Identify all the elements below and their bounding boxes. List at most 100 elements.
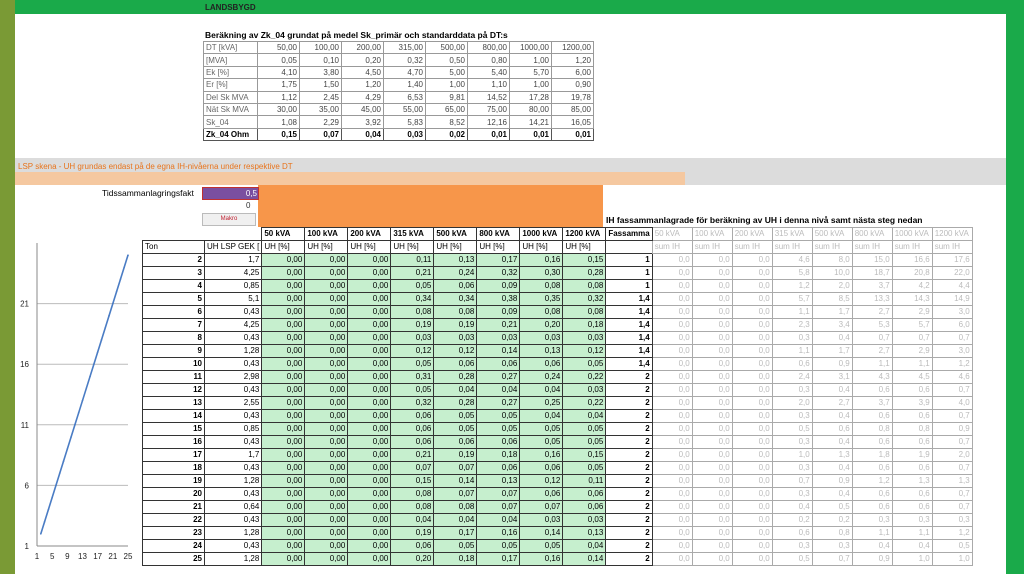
uh-cell[interactable]: 0,00 [261,513,306,527]
ih-cell[interactable]: 0,7 [931,435,973,449]
uh-cell[interactable]: 0,14 [562,552,607,566]
ton-header[interactable]: Ton [142,240,205,254]
uh-cell[interactable]: 0,04 [476,383,521,397]
fas-cell[interactable]: 1,4 [605,292,653,306]
uh-cell[interactable]: 0,17 [433,526,478,540]
uh-cell[interactable]: 0,21 [390,266,435,280]
ton-cell[interactable]: 17 [142,448,205,462]
fas-cell[interactable]: 2 [605,461,653,475]
reference-cell[interactable]: 0,50 [425,53,468,67]
uh-cell[interactable]: 0,32 [476,266,521,280]
uh-cell[interactable]: 0,00 [304,500,349,514]
reference-cell[interactable]: 0,02 [425,127,468,142]
reference-cell[interactable]: 0,07 [299,127,342,142]
uh-cell[interactable]: 0,06 [390,409,435,423]
gek-cell[interactable]: 1,7 [203,253,263,267]
uh-cell[interactable]: 0,00 [261,448,306,462]
uh-cell[interactable]: 0,05 [390,357,435,371]
reference-cell[interactable]: 14,21 [509,115,552,129]
uh-cell[interactable]: 0,27 [476,370,521,384]
ih-cell[interactable]: 0,0 [651,435,693,449]
ih-cell[interactable]: 2,4 [771,370,813,384]
ih-cell[interactable]: 0,6 [771,526,813,540]
ih-cell[interactable]: 2,0 [931,448,973,462]
reference-cell[interactable]: 1200,00 [551,40,594,55]
ih-cell[interactable]: 0,0 [691,279,733,293]
uh-cell[interactable]: 0,21 [390,448,435,462]
ih-cell[interactable]: 0,3 [771,487,813,501]
uh-cell[interactable]: 0,00 [261,331,306,345]
uh-cell[interactable]: 0,00 [261,422,306,436]
ih-cell[interactable]: 0,9 [811,474,853,488]
ton-cell[interactable]: 23 [142,526,205,540]
uh-cell[interactable]: 0,00 [261,487,306,501]
ih-cell[interactable]: 0,0 [651,344,693,358]
uh-cell[interactable]: 0,00 [304,513,349,527]
reference-cell[interactable]: 1,40 [383,78,426,92]
ih-cell[interactable]: 0,5 [811,500,853,514]
uh-cell[interactable]: 0,12 [433,344,478,358]
ih-cell[interactable]: 0,2 [771,513,813,527]
uh-cell[interactable]: 0,00 [261,396,306,410]
fas-cell[interactable]: 2 [605,526,653,540]
ih-cell[interactable]: 0,4 [891,539,933,553]
reference-cell[interactable]: 0,01 [467,127,510,142]
ih-cell[interactable]: 0,0 [731,474,773,488]
ih-cell[interactable]: 1,7 [811,305,853,319]
ih-cell[interactable]: 4,2 [891,279,933,293]
ih-cell[interactable]: 0,7 [771,474,813,488]
uh-subheader[interactable]: UH [%] [433,240,478,254]
uh-cell[interactable]: 0,00 [304,448,349,462]
ih-cell[interactable]: 13,3 [851,292,893,306]
ih-cell[interactable]: 0,0 [651,474,693,488]
uh-cell[interactable]: 0,20 [390,552,435,566]
ih-kva-header[interactable]: 315 kVA [771,227,813,241]
uh-cell[interactable]: 0,04 [433,383,478,397]
reference-row-label[interactable]: DT [kVA] [203,40,258,55]
ih-cell[interactable]: 0,0 [651,396,693,410]
ih-cell[interactable]: 0,0 [651,305,693,319]
uh-cell[interactable]: 0,38 [476,292,521,306]
uh-cell[interactable]: 0,00 [347,292,392,306]
uh-subheader[interactable]: UH [%] [347,240,392,254]
uh-cell[interactable]: 0,00 [304,370,349,384]
gek-cell[interactable]: 0,43 [203,331,263,345]
uh-cell[interactable]: 0,35 [519,292,564,306]
uh-cell[interactable]: 0,00 [347,357,392,371]
uh-cell[interactable]: 0,00 [347,331,392,345]
ih-cell[interactable]: 0,6 [851,383,893,397]
fas-cell[interactable]: 2 [605,409,653,423]
ih-cell[interactable]: 0,7 [931,500,973,514]
ih-cell[interactable]: 1,1 [851,526,893,540]
reference-cell[interactable]: 0,04 [341,127,384,142]
uh-cell[interactable]: 0,06 [390,539,435,553]
ih-cell[interactable]: 1,8 [851,448,893,462]
ih-cell[interactable]: 1,2 [931,357,973,371]
uh-cell[interactable]: 0,06 [476,435,521,449]
ih-cell[interactable]: 4,6 [931,370,973,384]
uh-cell[interactable]: 0,32 [390,396,435,410]
ih-cell[interactable]: 0,0 [691,539,733,553]
uh-cell[interactable]: 0,11 [562,474,607,488]
uh-cell[interactable]: 0,08 [390,500,435,514]
reference-cell[interactable]: 14,52 [467,90,510,104]
uh-cell[interactable]: 0,00 [261,279,306,293]
ih-cell[interactable]: 0,7 [931,409,973,423]
ih-cell[interactable]: 0,6 [891,383,933,397]
ih-cell[interactable]: 0,0 [691,461,733,475]
uh-cell[interactable]: 0,00 [261,305,306,319]
ih-cell[interactable]: 3,0 [931,344,973,358]
uh-cell[interactable]: 0,30 [519,266,564,280]
ih-cell[interactable]: 0,6 [811,422,853,436]
gek-cell[interactable]: 0,43 [203,305,263,319]
ih-cell[interactable]: 0,0 [691,318,733,332]
uh-cell[interactable]: 0,06 [433,279,478,293]
uh-cell[interactable]: 0,00 [304,396,349,410]
ih-kva-header[interactable]: 1200 kVA [931,227,973,241]
gek-cell[interactable]: 4,25 [203,266,263,280]
uh-cell[interactable]: 0,34 [390,292,435,306]
reference-cell[interactable]: 8,52 [425,115,468,129]
ton-cell[interactable]: 18 [142,461,205,475]
reference-cell[interactable]: 100,00 [299,40,342,55]
uh-cell[interactable]: 0,00 [347,474,392,488]
